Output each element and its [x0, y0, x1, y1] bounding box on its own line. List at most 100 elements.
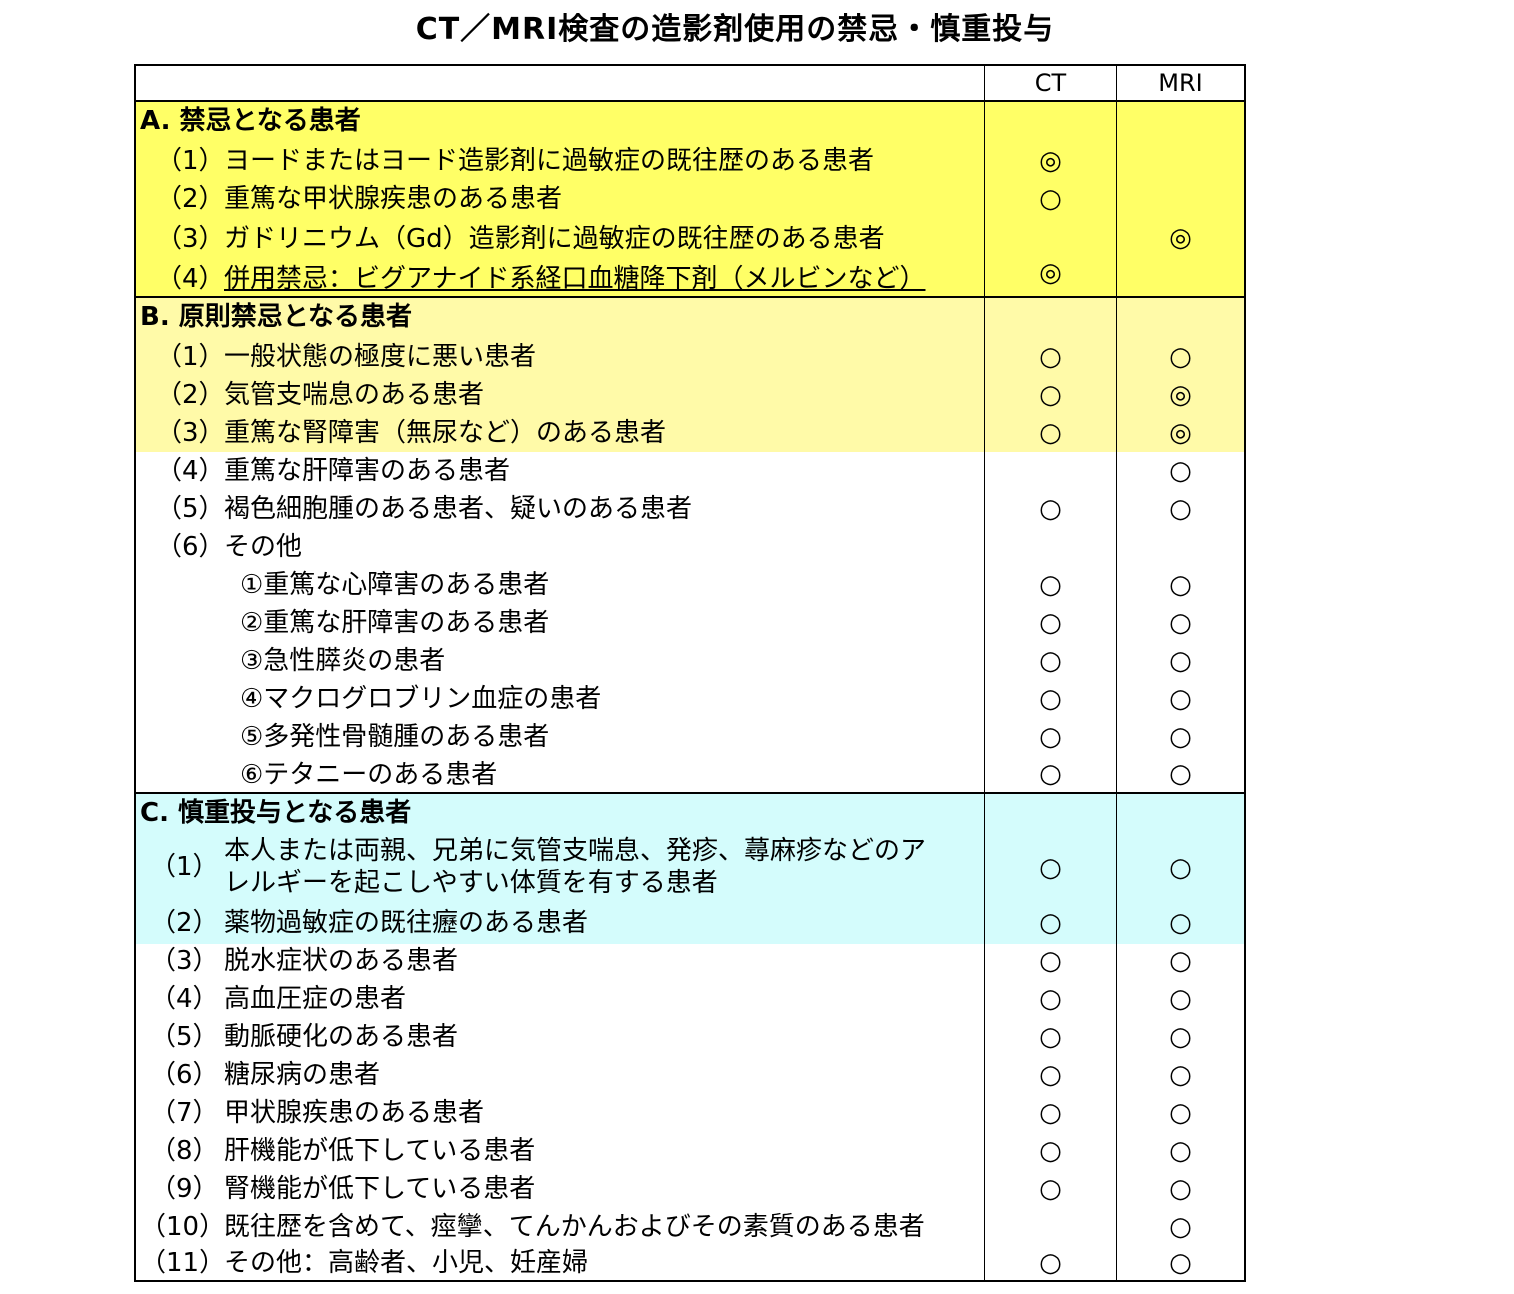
table-row: （5） 褐色細胞腫のある患者、疑いのある患者 ○ ○ — [136, 490, 1244, 528]
row-number: （5） — [156, 494, 225, 524]
ct-mark: ○ — [1039, 418, 1062, 448]
table-row: （2） 重篤な甲状腺疾患のある患者 ○ — [136, 180, 1244, 218]
section-a-title: A. 禁忌となる患者 — [140, 106, 361, 136]
table-row: （11） その他：高齢者、小児、妊産婦 ○ ○ — [136, 1246, 1244, 1280]
ct-mark: ○ — [1039, 1022, 1062, 1052]
table-row: （1） 本人または両親、兄弟に気管支喘息、発疹、蕁麻疹などのア レルギーを起こし… — [136, 832, 1244, 904]
row-text: 腎機能が低下している患者 — [224, 1174, 536, 1204]
table-row: （6） その他 — [136, 528, 1244, 566]
row-number: （3） — [150, 946, 219, 976]
mri-mark — [1117, 258, 1244, 296]
table-row: （5） 動脈硬化のある患者 ○ ○ — [136, 1018, 1244, 1056]
ct-mark: ○ — [1039, 759, 1062, 789]
mri-mark: ○ — [1169, 908, 1192, 938]
row-number: （4） — [150, 984, 219, 1014]
row-number: （11） — [140, 1248, 226, 1278]
row-number: （2） — [156, 380, 225, 410]
row-number: （4） — [156, 264, 225, 294]
table-row: （1） 一般状態の極度に悪い患者 ○ ○ — [136, 338, 1244, 376]
ct-mark: ○ — [1039, 342, 1062, 372]
ct-mark: ◎ — [1039, 146, 1062, 176]
table-row: （3） ガドリニウム（Gd）造影剤に過敏症の既往歴のある患者 ◎ — [136, 218, 1244, 258]
row-number: （7） — [150, 1098, 219, 1128]
row-text: 気管支喘息のある患者 — [224, 380, 485, 410]
ct-mark: ○ — [1039, 570, 1062, 600]
mri-mark: ◎ — [1169, 418, 1192, 448]
table-row: （10） 既往歴を含めて、痙攣、てんかんおよびその素質のある患者 ○ — [136, 1208, 1244, 1246]
section-c-title: C. 慎重投与となる患者 — [140, 798, 412, 828]
table-row: ⑥テタニーのある患者 ○ ○ — [136, 756, 1244, 792]
row-text: 併用禁忌：ビグアナイド系経口血糖降下剤（メルビンなど） — [224, 264, 926, 294]
row-text: 動脈硬化のある患者 — [224, 1022, 459, 1052]
row-number: （6） — [150, 1060, 219, 1090]
mri-mark: ○ — [1169, 570, 1192, 600]
mri-mark: ○ — [1169, 1060, 1192, 1090]
ct-mark: ○ — [1039, 646, 1062, 676]
mri-mark: ○ — [1169, 1174, 1192, 1204]
ct-mark — [985, 218, 1116, 258]
table-row: （9） 腎機能が低下している患者 ○ ○ — [136, 1170, 1244, 1208]
row-text: ⑤多発性骨髄腫のある患者 — [240, 722, 550, 752]
row-text: その他 — [224, 532, 303, 562]
table-row: ①重篤な心障害のある患者 ○ ○ — [136, 566, 1244, 604]
ct-mark: ○ — [1039, 1248, 1062, 1278]
ct-mark: ○ — [1039, 984, 1062, 1014]
row-text: ⑥テタニーのある患者 — [240, 760, 498, 790]
ct-mark: ○ — [1039, 722, 1062, 752]
mri-mark: ○ — [1169, 1098, 1192, 1128]
table-row: ②重篤な肝障害のある患者 ○ ○ — [136, 604, 1244, 642]
ct-mark: ○ — [1039, 946, 1062, 976]
ct-mark: ○ — [1039, 184, 1062, 214]
row-text: 既往歴を含めて、痙攣、てんかんおよびその素質のある患者 — [224, 1212, 925, 1242]
ct-mark: ○ — [1039, 608, 1062, 638]
table-row: （6） 糖尿病の患者 ○ ○ — [136, 1056, 1244, 1094]
table-row: （1） ヨードまたはヨード造影剤に過敏症の既往歴のある患者 ◎ — [136, 142, 1244, 180]
mri-mark: ○ — [1169, 1136, 1192, 1166]
table-row: （8） 肝機能が低下している患者 ○ ○ — [136, 1132, 1244, 1170]
ct-mark: ○ — [1039, 853, 1062, 883]
row-text: 糖尿病の患者 — [224, 1060, 381, 1090]
row-text: 薬物過敏症の既往癧のある患者 — [224, 908, 589, 938]
row-number: （1） — [156, 342, 225, 372]
header-row: CT MRI — [136, 66, 1244, 102]
page-title: CT／MRI検査の造影剤使用の禁忌・慎重投与 — [415, 12, 1055, 47]
header-ct: CT — [1034, 69, 1067, 97]
mri-mark: ○ — [1169, 853, 1192, 883]
mri-mark: ○ — [1169, 1212, 1192, 1242]
row-number: （8） — [150, 1136, 219, 1166]
table-row: ⑤多発性骨髄腫のある患者 ○ ○ — [136, 718, 1244, 756]
row-text: 重篤な腎障害（無尿など）のある患者 — [224, 418, 667, 448]
mri-mark: ○ — [1169, 946, 1192, 976]
row-text: 肝機能が低下している患者 — [224, 1136, 536, 1166]
row-text: ヨードまたはヨード造影剤に過敏症の既往歴のある患者 — [224, 146, 875, 176]
row-text: その他：高齢者、小児、妊産婦 — [224, 1248, 589, 1278]
mri-mark: ○ — [1169, 494, 1192, 524]
mri-mark: ◎ — [1169, 223, 1192, 253]
row-number: （10） — [140, 1212, 226, 1242]
ct-mark: ○ — [1039, 908, 1062, 938]
ct-mark: ○ — [1039, 494, 1062, 524]
ct-mark: ○ — [1039, 1098, 1062, 1128]
row-text: 高血圧症の患者 — [224, 984, 407, 1014]
mri-mark: ○ — [1169, 1248, 1192, 1278]
table-row: （4） 重篤な肝障害のある患者 ○ — [136, 452, 1244, 490]
table-row: （2） 薬物過敏症の既往癧のある患者 ○ ○ — [136, 904, 1244, 942]
table-row: （4） 高血圧症の患者 ○ ○ — [136, 980, 1244, 1018]
ct-mark: ○ — [1039, 684, 1062, 714]
mri-mark: ○ — [1169, 722, 1192, 752]
mri-mark: ◎ — [1169, 380, 1192, 410]
row-text: 重篤な肝障害のある患者 — [224, 456, 511, 486]
mri-mark: ○ — [1169, 759, 1192, 789]
row-text: 褐色細胞腫のある患者、疑いのある患者 — [224, 494, 693, 524]
row-number: （2） — [150, 908, 219, 938]
row-number: （3） — [156, 224, 225, 254]
ct-mark — [985, 452, 1116, 490]
row-text: ④マクログロブリン血症の患者 — [240, 684, 602, 714]
ct-mark: ◎ — [1039, 258, 1062, 288]
mri-mark: ○ — [1169, 608, 1192, 638]
header-blank — [136, 66, 984, 100]
table-row: （3） 脱水症状のある患者 ○ ○ — [136, 942, 1244, 980]
row-number: （9） — [150, 1174, 219, 1204]
ct-mark: ○ — [1039, 1136, 1062, 1166]
row-text: ③急性膵炎の患者 — [240, 646, 446, 676]
